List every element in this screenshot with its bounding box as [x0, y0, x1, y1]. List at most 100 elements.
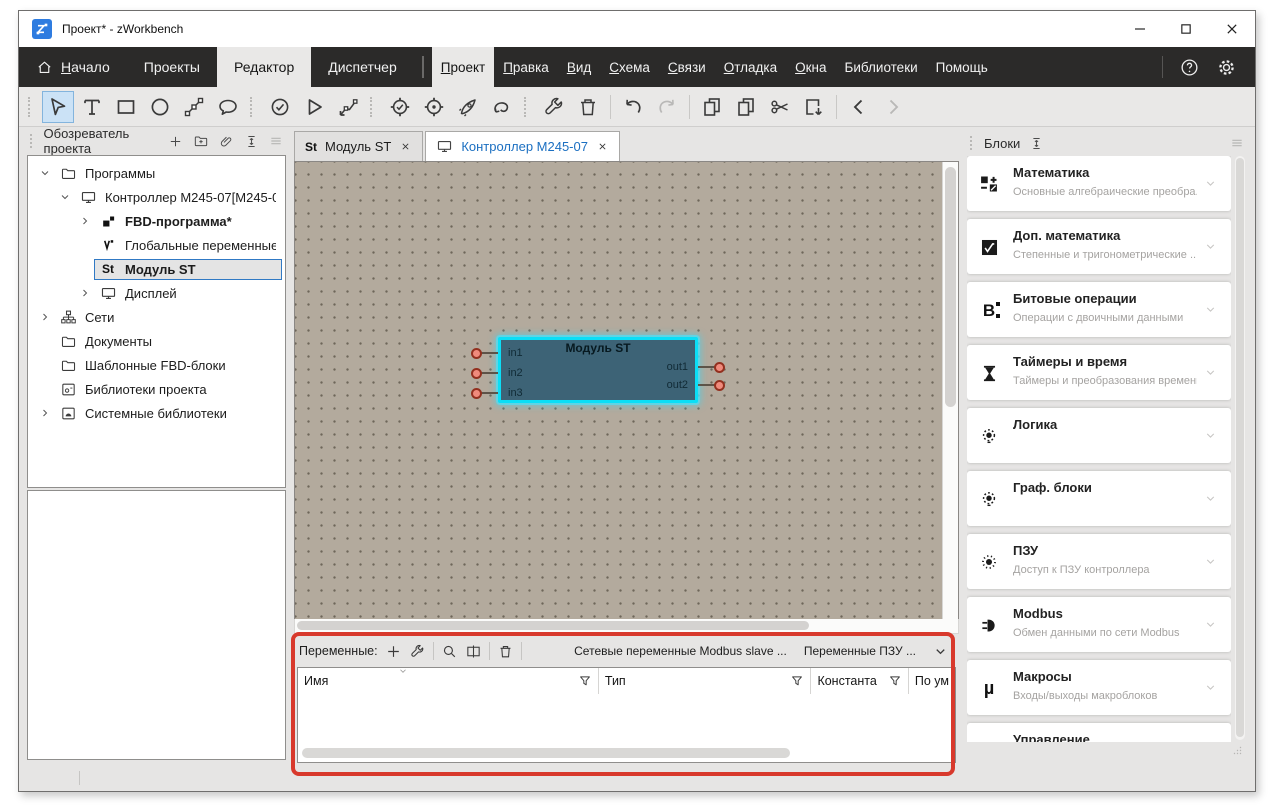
input-pin[interactable] [471, 368, 482, 379]
panel-menu-icon[interactable] [1229, 135, 1245, 151]
menu-project[interactable]: Проект [432, 47, 494, 87]
tree-item-fbd-program[interactable]: FBD-программа* [28, 209, 285, 233]
cut-button[interactable] [764, 91, 796, 123]
canvas-vertical-scrollbar[interactable] [942, 162, 958, 620]
delete-button[interactable] [572, 91, 604, 123]
polyline-tool-button[interactable] [178, 91, 210, 123]
menu-links[interactable]: Связи [659, 47, 715, 87]
comment-tool-button[interactable] [212, 91, 244, 123]
delete-variable-icon[interactable] [497, 643, 514, 660]
tree-item-system-libraries[interactable]: Системные библиотеки [28, 401, 285, 425]
undo-button[interactable] [617, 91, 649, 123]
category-card-graph-blocks[interactable]: Граф. блоки [967, 471, 1231, 526]
rom-variables-link[interactable]: Переменные ПЗУ ... [804, 644, 916, 658]
menu-scheme[interactable]: Схема [600, 47, 659, 87]
close-tab-icon[interactable] [399, 140, 412, 153]
check-run-button[interactable] [264, 91, 296, 123]
menu-help[interactable]: Помощь [927, 47, 997, 87]
category-card-control[interactable]: Управление [967, 723, 1231, 742]
trend-chart-button[interactable] [332, 91, 364, 123]
chevron-down-icon[interactable] [1202, 618, 1219, 631]
target-button[interactable] [418, 91, 450, 123]
scrollbar-thumb[interactable] [297, 621, 809, 630]
menu-edit[interactable]: Правка [494, 47, 558, 87]
panel-menu-icon[interactable] [268, 133, 284, 149]
menu-windows[interactable]: Окна [786, 47, 835, 87]
nav-back-button[interactable] [843, 91, 875, 123]
search-icon[interactable] [441, 643, 458, 660]
add-folder-icon[interactable] [193, 133, 209, 149]
schematic-canvas[interactable]: Модуль ST in1 in2 in3 out1 out2 [295, 162, 942, 620]
menu-debug[interactable]: Отладка [715, 47, 786, 87]
scrollbar-thumb[interactable] [945, 167, 956, 407]
canvas-horizontal-scrollbar[interactable] [294, 619, 959, 634]
loop-refresh-button[interactable] [486, 91, 518, 123]
tree-item-project-libraries[interactable]: Библиотеки проекта [28, 377, 285, 401]
chevron-down-icon[interactable] [36, 167, 54, 179]
filter-funnel-icon[interactable] [790, 674, 804, 688]
st-module-block[interactable]: Модуль ST in1 in2 in3 out1 out2 [498, 337, 698, 403]
tree-item-display[interactable]: Дисплей [28, 281, 285, 305]
chevron-down-icon[interactable] [1202, 681, 1219, 694]
menu-view[interactable]: Вид [558, 47, 600, 87]
tree-item-controller[interactable]: Контроллер M245-07[M245-07] [28, 185, 285, 209]
expand-all-icon[interactable] [1029, 136, 1044, 151]
help-icon[interactable] [1179, 57, 1200, 78]
select-tool-button[interactable] [42, 91, 74, 123]
tree-item-documents[interactable]: Документы [28, 329, 285, 353]
add-variable-icon[interactable] [385, 643, 402, 660]
output-pin[interactable] [714, 362, 725, 373]
panel-collapse-chevron-icon[interactable] [933, 644, 948, 659]
tree-item-template-fbd-blocks[interactable]: Шаблонные FBD-блоки [28, 353, 285, 377]
redo-button[interactable] [651, 91, 683, 123]
category-card-bit-ops[interactable]: B Битовые операции Операции с двоичными … [967, 282, 1231, 337]
chevron-down-icon[interactable] [1202, 303, 1219, 316]
run-button[interactable] [298, 91, 330, 123]
wrench-settings-button[interactable] [538, 91, 570, 123]
tree-item-programs[interactable]: Программы [28, 161, 285, 185]
chevron-down-icon[interactable] [1202, 492, 1219, 505]
chevron-down-icon[interactable] [1202, 177, 1219, 190]
chevron-down-icon[interactable] [1202, 240, 1219, 253]
sort-indicator-icon[interactable] [398, 667, 408, 676]
tree-item-st-module[interactable]: St Модуль ST [28, 257, 285, 281]
close-button[interactable] [1209, 11, 1255, 47]
settings-gear-icon[interactable] [1216, 57, 1237, 78]
editor-tab-st-module[interactable]: St Модуль ST [294, 131, 423, 161]
category-card-modbus[interactable]: Modbus Обмен данными по сети Modbus [967, 597, 1231, 652]
column-header-default[interactable]: По ум [909, 668, 955, 694]
close-tab-icon[interactable] [596, 140, 609, 153]
menu-libraries[interactable]: Библиотеки [836, 47, 927, 87]
editor-tab-controller[interactable]: Контроллер M245-07 [425, 131, 620, 161]
category-card-adv-math[interactable]: Доп. математика Степенные и тригонометри… [967, 219, 1231, 274]
edit-variable-icon[interactable] [409, 643, 426, 660]
scrollbar-thumb[interactable] [1236, 158, 1244, 737]
chevron-right-icon[interactable] [36, 311, 54, 323]
column-header-type[interactable]: Тип [599, 668, 812, 694]
category-card-logic[interactable]: Логика [967, 408, 1231, 463]
paste-button[interactable] [798, 91, 830, 123]
chevron-down-icon[interactable] [1202, 555, 1219, 568]
resize-grip-icon[interactable] [1231, 744, 1243, 756]
launch-button[interactable] [452, 91, 484, 123]
maximize-button[interactable] [1163, 11, 1209, 47]
chevron-down-icon[interactable] [1202, 429, 1219, 442]
column-header-constant[interactable]: Константа [811, 668, 908, 694]
category-card-timers[interactable]: Таймеры и время Таймеры и преобразования… [967, 345, 1231, 400]
column-header-name[interactable]: Имя [298, 668, 599, 694]
add-icon[interactable] [168, 134, 183, 149]
blocks-scrollbar[interactable] [1235, 156, 1245, 740]
ribbon-tab-dispatcher[interactable]: Диспетчер [311, 47, 413, 87]
nav-forward-button[interactable] [877, 91, 909, 123]
ribbon-tab-editor[interactable]: Редактор [217, 47, 311, 87]
network-variables-link[interactable]: Сетевые переменные Modbus slave ... [574, 644, 787, 658]
ribbon-tab-home[interactable]: Начало [19, 47, 127, 87]
link-icon[interactable] [219, 134, 234, 149]
category-card-macros[interactable]: µ Макросы Входы/выходы макроблоков [967, 660, 1231, 715]
target-check-button[interactable] [384, 91, 416, 123]
category-card-math[interactable]: Математика Основные алгебраические преоб… [967, 156, 1231, 211]
ribbon-tab-projects[interactable]: Проекты [127, 47, 217, 87]
chevron-right-icon[interactable] [76, 287, 94, 299]
category-card-rom[interactable]: ПЗУ Доступ к ПЗУ контроллера [967, 534, 1231, 589]
tree-item-global-variables[interactable]: Глобальные переменные [28, 233, 285, 257]
